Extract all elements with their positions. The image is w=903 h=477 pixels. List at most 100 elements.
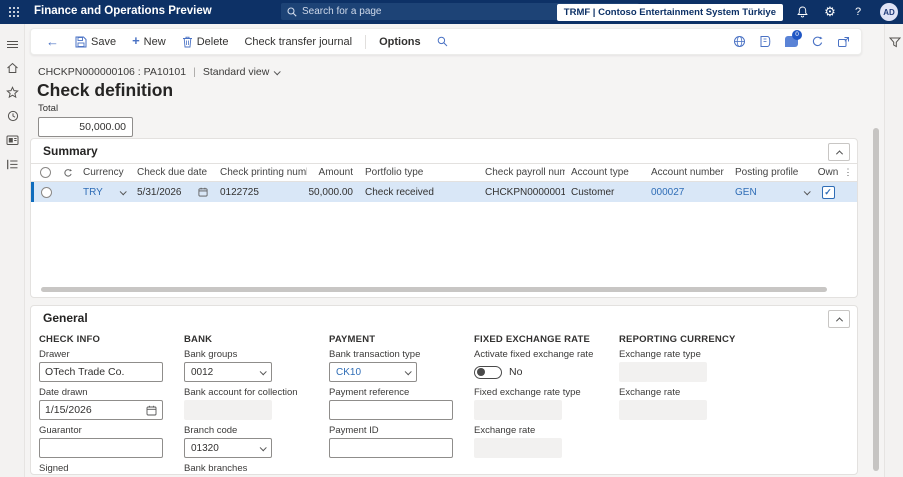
col-portfolio-type[interactable]: Portfolio type (359, 167, 479, 178)
drawer-field[interactable] (39, 362, 163, 382)
col-currency[interactable]: Currency (77, 167, 131, 178)
col-account-type[interactable]: Account type (565, 167, 645, 178)
col-posting-profile[interactable]: Posting profile (729, 167, 815, 178)
back-button[interactable] (39, 31, 66, 53)
search-icon (287, 6, 297, 17)
bank-groups-dropdown[interactable]: 0012 (184, 362, 272, 382)
main-content: Save New Delete Check transfer journal O… (25, 24, 884, 477)
date-drawn-field[interactable]: 1/15/2026 (39, 400, 163, 420)
payment-id-field[interactable] (329, 438, 453, 458)
chevron-down-icon (274, 67, 282, 75)
filter-funnel-icon[interactable] (885, 30, 903, 54)
delete-label: Delete (196, 35, 229, 48)
bank-transaction-type-value: CK10 (336, 366, 362, 378)
reporting-exchange-rate-type-label: Exchange rate type (619, 349, 701, 360)
messages-icon[interactable]: 0 (783, 29, 802, 50)
delete-button[interactable]: Delete (175, 31, 236, 53)
general-collapse-button[interactable] (828, 310, 850, 328)
find-button[interactable] (430, 31, 455, 53)
check-transfer-journal-button[interactable]: Check transfer journal (237, 31, 359, 53)
new-button[interactable]: New (125, 31, 173, 53)
grid-refresh-icon[interactable] (59, 168, 77, 178)
notifications-bell-icon[interactable] (793, 3, 811, 21)
expand-menu-icon[interactable] (0, 32, 25, 56)
refresh-icon[interactable] (809, 34, 825, 50)
environment-badge[interactable]: TRMF | Contoso Entertainment System Türk… (556, 3, 783, 21)
calendar-icon[interactable] (198, 187, 208, 197)
app-launcher-icon[interactable] (6, 4, 22, 20)
chevron-down-icon (259, 443, 267, 451)
summary-header: Summary (31, 139, 857, 163)
exchange-rate-field (474, 438, 562, 458)
posting-profile-value: GEN (735, 186, 757, 198)
chevron-up-icon (835, 149, 843, 157)
recent-clock-icon[interactable] (0, 104, 25, 128)
grid-horizontal-scrollbar[interactable] (41, 287, 827, 292)
action-bar-right-icons: 0 (731, 29, 853, 50)
reporting-currency-column: REPORTING CURRENCY Exchange rate type Ex… (619, 334, 764, 474)
guarantor-label: Guarantor (39, 425, 82, 436)
column-options-icon[interactable] (841, 167, 855, 178)
app-title: Finance and Operations Preview (34, 5, 212, 17)
chevron-down-icon (803, 187, 811, 195)
calendar-icon[interactable] (146, 405, 157, 416)
options-menu-button[interactable]: Options (372, 31, 428, 53)
home-icon[interactable] (0, 56, 25, 80)
branch-code-dropdown[interactable]: 01320 (184, 438, 272, 458)
payment-id-label: Payment ID (329, 425, 379, 436)
cell-check-due-date[interactable]: 5/31/2026 (131, 187, 214, 198)
reporting-currency-heading: REPORTING CURRENCY (619, 334, 736, 345)
cell-currency[interactable]: TRY (77, 187, 131, 198)
toolbar-separator (365, 34, 367, 49)
cell-check-payroll-number[interactable]: CHCKPN000000106 (479, 187, 565, 198)
col-amount[interactable]: Amount (307, 167, 359, 178)
cell-account-type[interactable]: Customer (565, 187, 645, 198)
options-label: Options (379, 35, 421, 48)
row-select-radio[interactable] (41, 186, 52, 198)
cell-portfolio-type[interactable]: Check received (359, 187, 479, 198)
col-check-payroll-number[interactable]: Check payroll number (479, 167, 565, 178)
cell-posting-profile[interactable]: GEN (729, 187, 815, 198)
open-in-new-window-icon[interactable] (835, 34, 851, 50)
general-title: General (43, 311, 88, 325)
bank-transaction-type-dropdown[interactable]: CK10 (329, 362, 417, 382)
select-all-radio[interactable] (39, 167, 51, 178)
col-check-printing-number[interactable]: Check printing number (214, 167, 307, 178)
help-icon[interactable]: ? (849, 3, 867, 21)
record-id: CHCKPN000000106 : PA10101 (38, 66, 187, 78)
table-row-selected[interactable]: TRY 5/31/2026 0122725 50,000.00 Check re… (31, 182, 857, 202)
col-check-due-date[interactable]: Check due date (131, 167, 214, 178)
chevron-down-icon (404, 367, 412, 375)
favorites-star-icon[interactable] (0, 80, 25, 104)
book-icon[interactable] (757, 34, 773, 50)
cell-account-number[interactable]: 000027 (645, 187, 729, 198)
own-checkbox[interactable] (821, 185, 835, 199)
cell-amount[interactable]: 50,000.00 (307, 187, 359, 198)
col-account-number[interactable]: Account number (645, 167, 729, 178)
vertical-scrollbar[interactable] (873, 128, 879, 471)
check-transfer-journal-label: Check transfer journal (244, 35, 353, 48)
total-value-field[interactable]: 50,000.00 (38, 117, 133, 137)
grid-header-row: Currency Check due date Check printing n… (31, 163, 857, 182)
settings-gear-icon[interactable] (821, 3, 839, 21)
workspaces-icon[interactable] (0, 128, 25, 152)
summary-grid: Currency Check due date Check printing n… (31, 163, 857, 202)
globe-icon[interactable] (731, 34, 747, 50)
summary-collapse-button[interactable] (828, 143, 850, 161)
save-button[interactable]: Save (68, 31, 123, 53)
total-field-group: Total 50,000.00 (38, 103, 133, 137)
summary-section: Summary Currency Check due date Check pr… (30, 138, 858, 298)
account-number-link[interactable]: 000027 (651, 187, 684, 198)
cell-check-printing-number[interactable]: 0122725 (214, 187, 307, 198)
chevron-down-icon (119, 187, 127, 195)
payment-reference-field[interactable] (329, 400, 453, 420)
view-selector[interactable]: Standard view (203, 66, 282, 78)
guarantor-field[interactable] (39, 438, 163, 458)
user-avatar[interactable]: AD (880, 3, 898, 21)
col-own[interactable]: Own (815, 167, 841, 178)
modules-list-icon[interactable] (0, 152, 25, 176)
chevron-down-icon (259, 367, 267, 375)
branch-code-value: 01320 (191, 442, 219, 454)
select-all-cell (31, 167, 59, 178)
activate-fixed-exchange-rate-toggle[interactable] (474, 365, 502, 379)
